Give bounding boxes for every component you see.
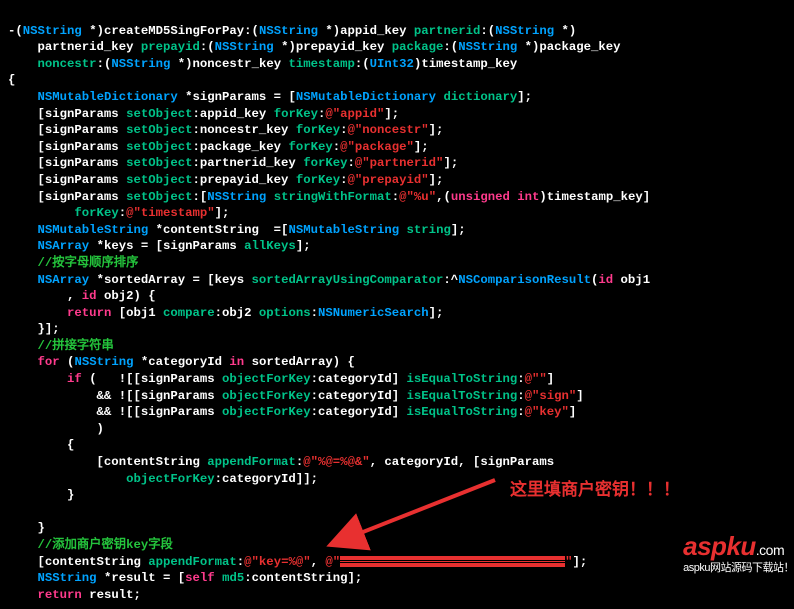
annotation-text: 这里填商户密钥！！！ — [510, 479, 680, 502]
redacted-key — [340, 556, 565, 567]
watermark-logo: aspku.com aspku网站源码下载站！ — [683, 529, 794, 576]
code-block: -(NSString *)createMD5SingForPay:(NSStri… — [0, 0, 794, 609]
